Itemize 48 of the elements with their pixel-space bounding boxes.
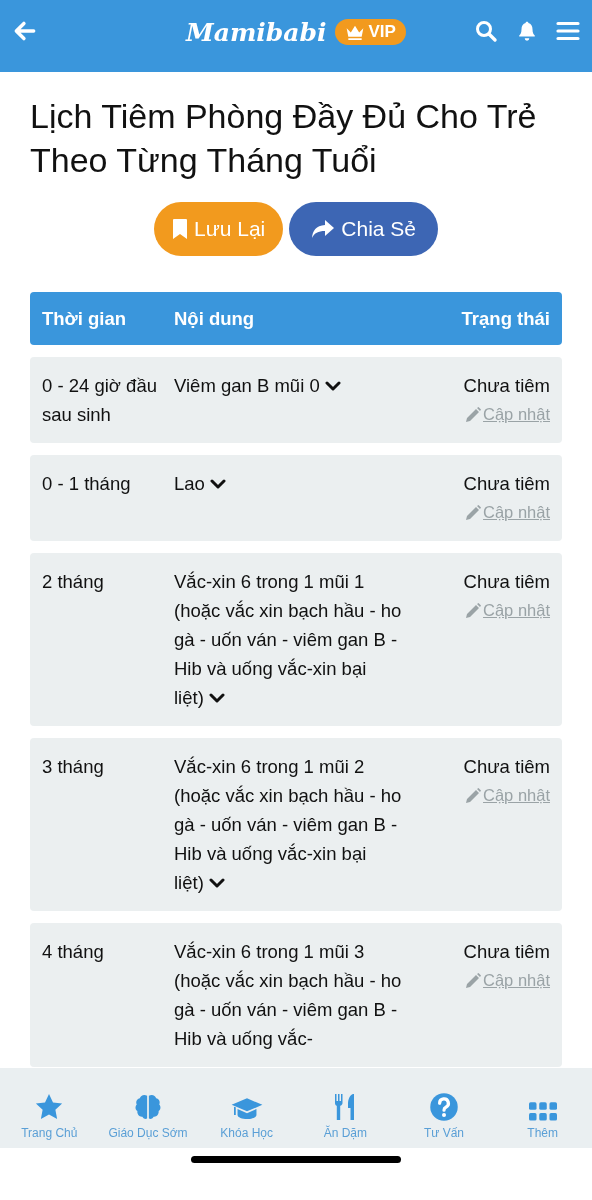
nav-item[interactable]: Tư Vấn (394, 1076, 494, 1140)
nav-item[interactable]: Giáo Dục Sớm (98, 1076, 198, 1140)
pencil-icon (465, 504, 482, 521)
nav-item[interactable]: Trang Chủ (0, 1076, 99, 1140)
status-text: Chưa tiêm (463, 374, 550, 399)
vaccine-cell[interactable]: Viêm gan B mũi 0 (174, 371, 406, 430)
bell-icon[interactable] (516, 19, 538, 43)
help-icon (429, 1092, 459, 1122)
status-text: Chưa tiêm (463, 570, 550, 595)
vaccine-cell[interactable]: Vắc-xin 6 trong 1 mũi 1 (hoặc vắc xin bạch hầu - ho gà - uốn ván - viêm gan B - Hib và uống vắc-xin bại liệt) (174, 567, 406, 713)
graduation-cap-icon (229, 1096, 264, 1122)
page-title: Lịch Tiêm Phòng Đầy Đủ Cho Trẻ Theo Từng Tháng Tuổi (30, 96, 538, 182)
column-header: Nội dung (174, 307, 256, 330)
time-cell-text: 2 tháng (42, 570, 105, 595)
update-link[interactable]: Cập nhật (483, 400, 550, 430)
pencil-icon (465, 972, 482, 989)
status-text: Chưa tiêm (463, 940, 550, 965)
vaccine-cell[interactable]: Vắc-xin 6 trong 1 mũi 3 (hoặc vắc xin bạch hầu - ho gà - uốn ván - viêm gan B - Hib và uống vắc- (174, 937, 406, 1054)
status-text: Chưa tiêm (463, 472, 550, 497)
vaccine-cell[interactable]: Vắc-xin 6 trong 1 mũi 2 (hoặc vắc xin bạch hầu - ho gà - uốn ván - viêm gan B - Hib và uống vắc-xin bại liệt) (174, 752, 406, 898)
search-icon[interactable] (474, 19, 498, 43)
bookmark-icon (172, 218, 188, 241)
pencil-icon (465, 787, 482, 804)
nav-item[interactable]: Ăn Dặm (296, 1076, 395, 1140)
time-cell-text: 0 - 1 tháng (42, 472, 132, 497)
vip-badge: VIP (334, 19, 406, 45)
pencil-icon (465, 602, 482, 619)
time-cell-text: 4 tháng (42, 940, 105, 965)
star-icon (34, 1092, 65, 1122)
update-link[interactable]: Cập nhật (483, 781, 550, 811)
time-cell-text: 0 - 24 giờ đầu sau sinh (42, 374, 158, 428)
update-link[interactable]: Cập nhật (483, 498, 550, 528)
update-link[interactable]: Cập nhật (483, 596, 550, 626)
time-cell-text: 3 tháng (42, 755, 105, 780)
status-text: Chưa tiêm (463, 755, 550, 780)
vaccine-cell[interactable]: Lao (174, 469, 406, 528)
grid-icon (528, 1102, 557, 1122)
update-link[interactable]: Cập nhật (483, 966, 550, 996)
save-button[interactable]: Lưu Lại (154, 202, 284, 257)
menu-icon[interactable] (556, 19, 580, 43)
nav-item[interactable]: Khóa Học (197, 1076, 296, 1140)
logo[interactable]: Mamibabi (186, 17, 327, 47)
share-icon (311, 219, 336, 240)
share-button[interactable]: Chia Sẻ (289, 202, 438, 257)
pencil-icon (465, 406, 482, 423)
nav-item[interactable]: Thêm (493, 1076, 592, 1140)
column-header: Thời gian (42, 307, 128, 330)
column-header: Trạng thái (461, 307, 550, 330)
